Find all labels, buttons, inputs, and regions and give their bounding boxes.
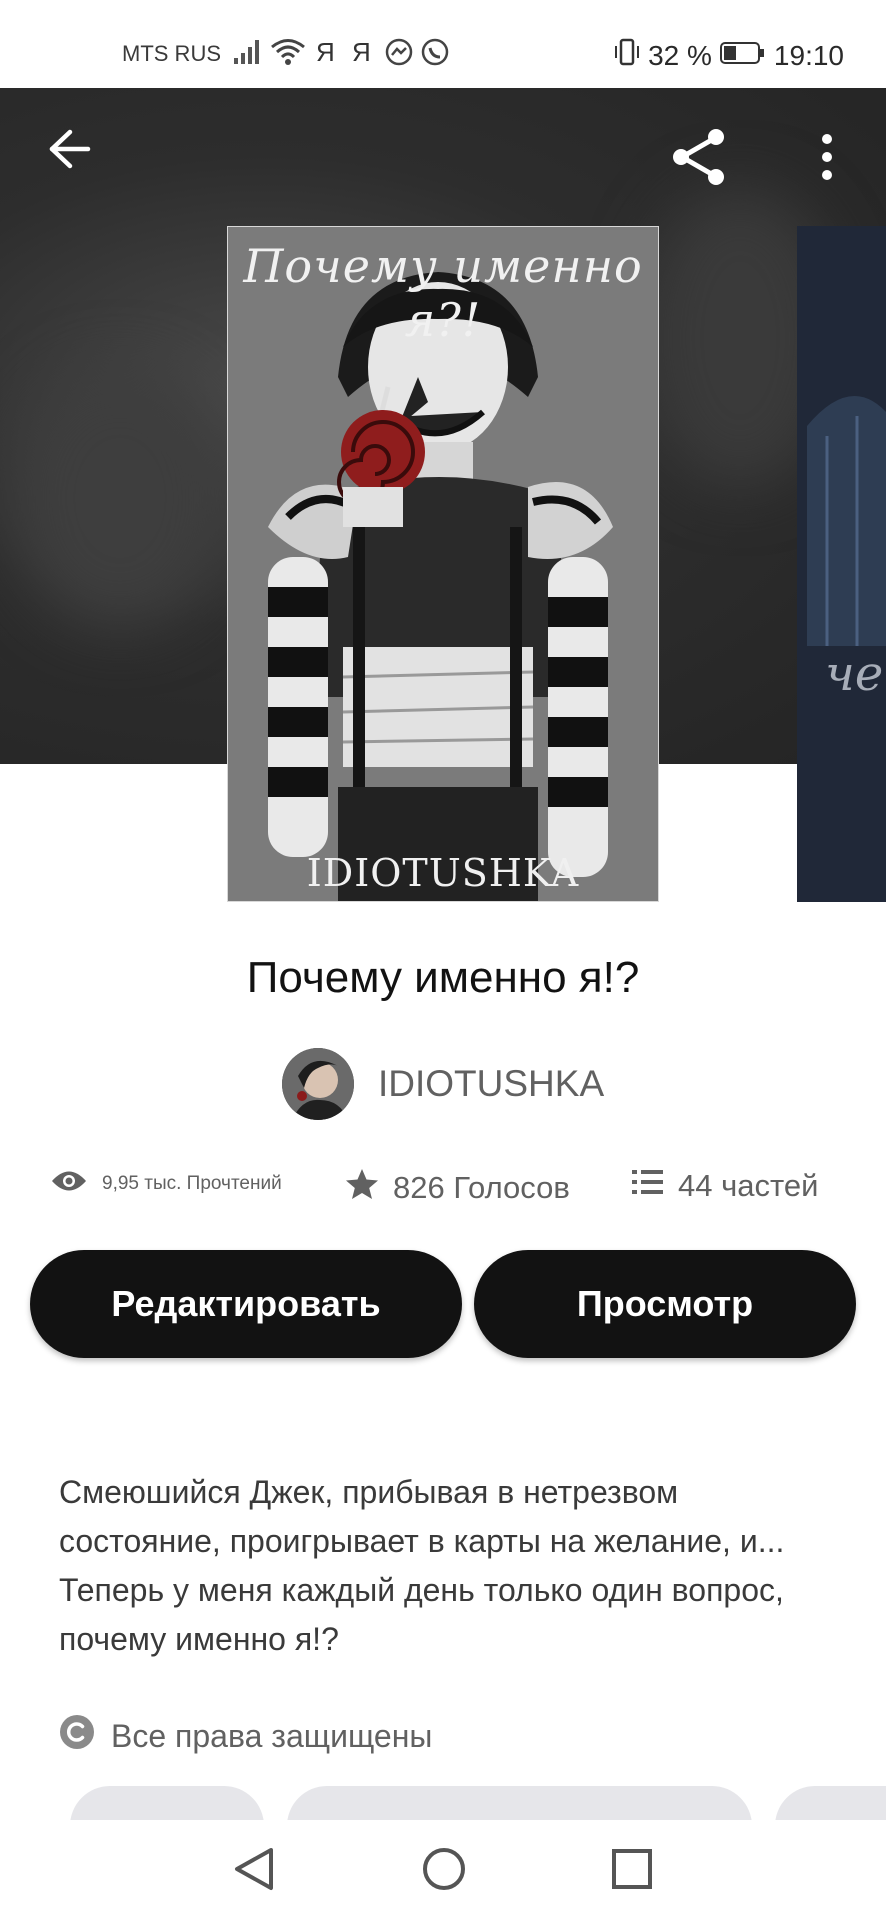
clock: 19:10 — [773, 39, 844, 71]
votes-stat: 826 Голосов — [345, 1168, 570, 1208]
more-vert-icon[interactable] — [818, 132, 836, 187]
cover-title-text: Почему именно я?! — [243, 239, 643, 347]
votes-count: 826 Голосов — [393, 1170, 570, 1205]
nav-back-icon[interactable] — [231, 1844, 277, 1899]
messenger-icon — [384, 38, 414, 73]
tags-row — [0, 1786, 886, 1820]
author-name[interactable]: IDIOTUSHKA — [378, 1063, 604, 1105]
story-title: Почему именно я!? — [246, 953, 640, 1002]
parts-stat: 44 частей — [632, 1168, 818, 1204]
whatsapp-icon — [420, 38, 450, 73]
copyright-icon — [59, 1714, 95, 1758]
nav-home-icon[interactable] — [420, 1844, 468, 1899]
tag-chip[interactable] — [70, 1786, 264, 1820]
reads-count: 9,95 тыс. Прочтений — [102, 1173, 282, 1194]
wifi-icon — [270, 38, 306, 71]
system-nav-bar — [0, 1820, 886, 1920]
battery-icon — [719, 40, 766, 72]
status-bar: MTS RUS Я Я 32 % 19:10 — [0, 0, 886, 88]
list-icon — [632, 1168, 664, 1204]
carrier-name: MTS RUS — [122, 41, 221, 66]
copyright-row: Все права защищены — [59, 1714, 432, 1758]
tag-chip[interactable] — [287, 1786, 752, 1820]
status-right: 32 % 19:10 — [614, 38, 844, 73]
vibrate-icon — [614, 38, 640, 73]
next-book-cover[interactable]: че — [797, 226, 886, 902]
cover-signature: IDIOTUSHKA — [306, 851, 580, 895]
next-cover-illustration — [797, 226, 886, 902]
signal-icon — [232, 38, 262, 71]
book-cover[interactable]: Почему именно я?! IDIOTUSHKA — [227, 226, 659, 902]
star-icon — [345, 1168, 379, 1208]
yandex-icon-1: Я — [316, 37, 335, 67]
view-button[interactable]: Просмотр — [474, 1250, 856, 1358]
parts-count: 44 частей — [678, 1168, 819, 1203]
copyright-text: Все права защищены — [111, 1717, 433, 1754]
battery-percent: 32 % — [648, 39, 712, 71]
reads-stat: 9,95 тыс. Прочтений — [50, 1168, 282, 1200]
back-arrow-icon[interactable] — [46, 128, 92, 175]
edit-button[interactable]: Редактировать — [30, 1250, 462, 1358]
story-description: Смеюшийся Джек, прибывая в нетрезвом сос… — [59, 1474, 785, 1657]
share-icon[interactable] — [668, 126, 730, 193]
author-link[interactable]: IDIOTUSHKA — [282, 1048, 604, 1120]
avatar[interactable] — [282, 1048, 354, 1120]
yandex-icon-2: Я — [352, 37, 371, 67]
tag-chip[interactable] — [775, 1786, 886, 1820]
eye-icon — [50, 1168, 88, 1200]
next-cover-text: че — [825, 646, 884, 702]
nav-recents-icon[interactable] — [610, 1844, 654, 1899]
